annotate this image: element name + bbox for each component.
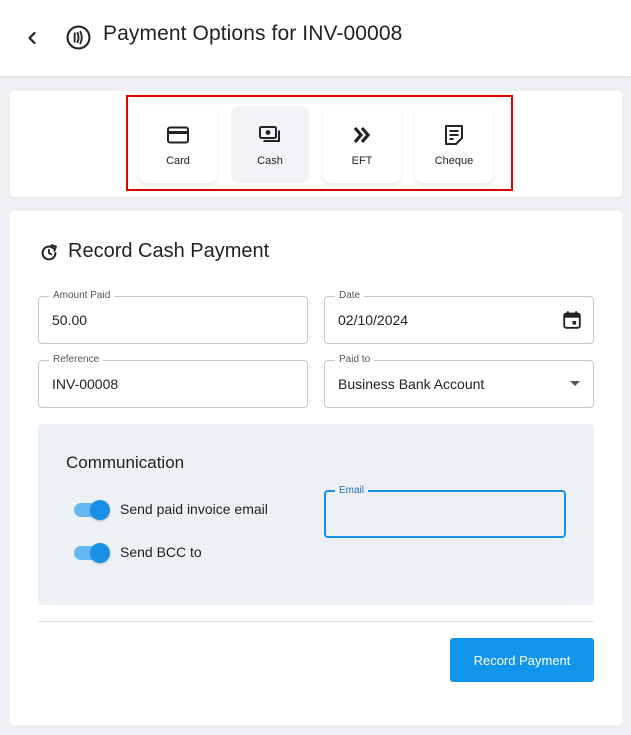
payment-method-card[interactable]: Card bbox=[139, 106, 217, 183]
amount-paid-value: 50.00 bbox=[52, 312, 88, 328]
amount-paid-label: Amount Paid bbox=[49, 289, 115, 303]
app-bar: Payment Options for INV-00008 bbox=[0, 0, 631, 76]
payment-method-label: Cheque bbox=[434, 155, 474, 167]
chevron-left-icon bbox=[28, 31, 36, 45]
cheque-icon bbox=[445, 125, 463, 145]
paid-to-value: Business Bank Account bbox=[338, 376, 485, 392]
date-field[interactable]: Date 02/10/2024 bbox=[324, 289, 594, 344]
communication-title: Communication bbox=[66, 453, 185, 472]
payment-method-cheque[interactable]: Cheque bbox=[415, 106, 493, 183]
email-field[interactable]: Email bbox=[324, 484, 566, 538]
date-label: Date bbox=[335, 289, 365, 303]
payment-method-label: Card bbox=[166, 155, 190, 167]
reference-field[interactable]: Reference INV-00008 bbox=[38, 353, 308, 408]
payment-method-label: Cash bbox=[257, 155, 283, 167]
double-chevron-right-icon bbox=[353, 126, 371, 144]
calendar-icon[interactable] bbox=[561, 309, 583, 331]
dropdown-arrow-icon[interactable] bbox=[570, 381, 580, 386]
reference-value: INV-00008 bbox=[52, 376, 119, 392]
send-bcc-label: Send BCC to bbox=[120, 544, 202, 560]
back-button[interactable] bbox=[18, 24, 46, 52]
toggle-thumb bbox=[90, 543, 110, 563]
contactless-payment-icon bbox=[66, 25, 91, 50]
amount-paid-field[interactable]: Amount Paid 50.00 bbox=[38, 289, 308, 344]
cash-icon bbox=[259, 126, 280, 142]
credit-card-icon bbox=[167, 126, 189, 144]
paid-to-label: Paid to bbox=[335, 353, 375, 367]
paid-to-select[interactable]: Paid to Business Bank Account bbox=[324, 353, 594, 408]
reference-label: Reference bbox=[49, 353, 104, 367]
send-paid-invoice-email-toggle[interactable] bbox=[73, 499, 111, 521]
divider bbox=[38, 621, 594, 622]
payment-method-label: EFT bbox=[351, 155, 373, 167]
payment-method-cash[interactable]: Cash bbox=[231, 106, 309, 183]
record-payment-button[interactable]: Record Payment bbox=[450, 638, 594, 682]
toggle-thumb bbox=[90, 500, 110, 520]
send-bcc-toggle[interactable] bbox=[73, 542, 111, 564]
section-title: Record Cash Payment bbox=[68, 240, 270, 262]
refresh-icon bbox=[41, 244, 57, 261]
send-paid-invoice-email-label: Send paid invoice email bbox=[120, 501, 268, 517]
date-value: 02/10/2024 bbox=[338, 312, 409, 328]
payment-method-eft[interactable]: EFT bbox=[323, 106, 401, 183]
page-title: Payment Options for INV-00008 bbox=[103, 22, 403, 45]
email-label: Email bbox=[335, 484, 369, 498]
